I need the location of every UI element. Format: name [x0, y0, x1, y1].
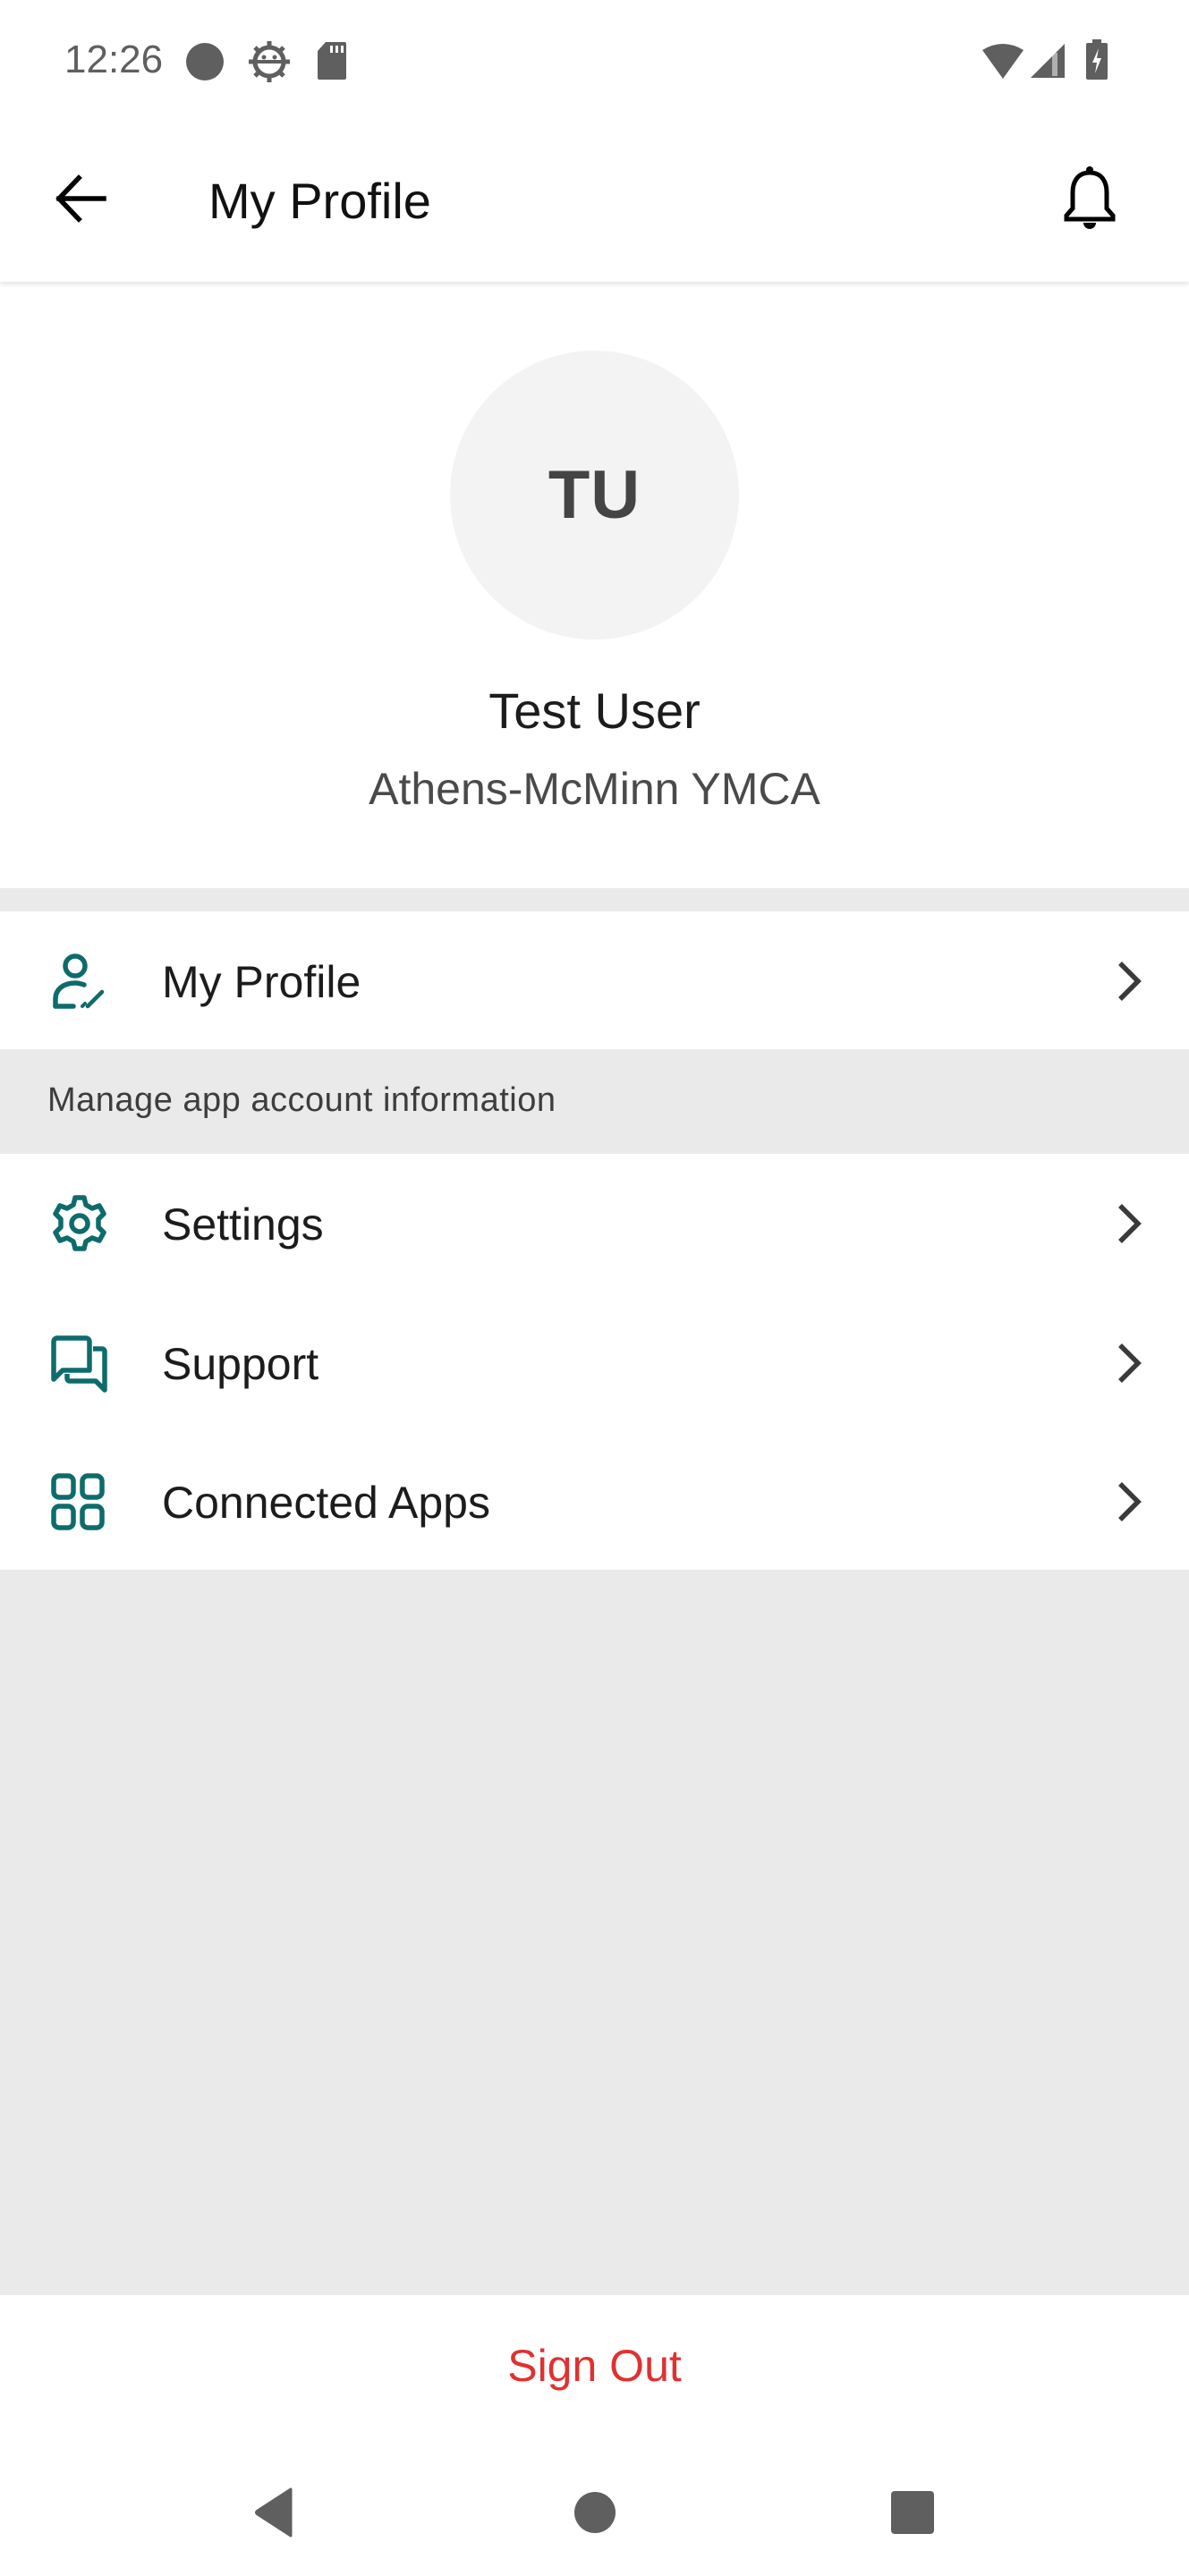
chevron-right-icon [1108, 1199, 1151, 1249]
nav-home-button[interactable] [555, 2474, 635, 2555]
empty-content-area [0, 1570, 1189, 2295]
chevron-right-icon [1108, 1338, 1151, 1388]
back-triangle-icon [251, 2487, 295, 2542]
menu-item-my-profile[interactable]: My Profile [0, 911, 1189, 1050]
back-button[interactable] [47, 166, 115, 234]
chevron-right-icon [1108, 956, 1151, 1006]
recents-square-icon [890, 2490, 935, 2539]
user-edit-icon [48, 953, 111, 1010]
app-bar: My Profile [0, 116, 1189, 282]
bell-icon [1061, 165, 1118, 236]
status-time: 12:26 [64, 38, 164, 81]
menu-item-label: My Profile [162, 957, 361, 1007]
nav-recents-button[interactable] [872, 2474, 953, 2555]
sign-out-button[interactable]: Sign Out [0, 2340, 1189, 2392]
status-bar: 12:26 [0, 0, 1189, 116]
profile-header: TU Test User Athens-McMinn YMCA [0, 282, 1189, 888]
wifi-icon [981, 43, 1025, 85]
menu-item-label: Settings [162, 1199, 324, 1250]
menu-item-label: Connected Apps [162, 1478, 490, 1528]
avatar: TU [450, 351, 739, 640]
sign-out-bar: Sign Out [0, 2295, 1189, 2438]
page-title: My Profile [208, 173, 431, 229]
android-debug-icon [247, 39, 292, 89]
record-dot-icon [185, 42, 225, 86]
user-name: Test User [488, 682, 701, 739]
notifications-button[interactable] [1052, 163, 1127, 238]
menu-item-support[interactable]: Support [0, 1293, 1189, 1432]
section-divider [0, 888, 1189, 911]
arrow-left-icon [54, 174, 107, 227]
battery-charging-icon [1085, 39, 1108, 85]
caption-text: Manage app account information [47, 1081, 556, 1119]
menu-item-label: Support [162, 1339, 319, 1389]
menu-caption: Manage app account information [0, 1049, 1189, 1154]
grid-apps-icon [48, 1473, 111, 1530]
chevron-right-icon [1108, 1477, 1151, 1527]
gear-icon [48, 1195, 111, 1252]
menu-item-settings[interactable]: Settings [0, 1154, 1189, 1292]
avatar-initials: TU [548, 457, 641, 533]
nav-back-button[interactable] [233, 2474, 313, 2555]
system-navigation-bar [0, 2438, 1189, 2576]
home-circle-icon [573, 2490, 617, 2539]
chat-bubbles-icon [48, 1335, 111, 1393]
menu-item-connected-apps[interactable]: Connected Apps [0, 1432, 1189, 1571]
user-organization: Athens-McMinn YMCA [369, 764, 820, 814]
sd-card-icon [317, 41, 347, 85]
cell-signal-icon [1029, 42, 1066, 84]
